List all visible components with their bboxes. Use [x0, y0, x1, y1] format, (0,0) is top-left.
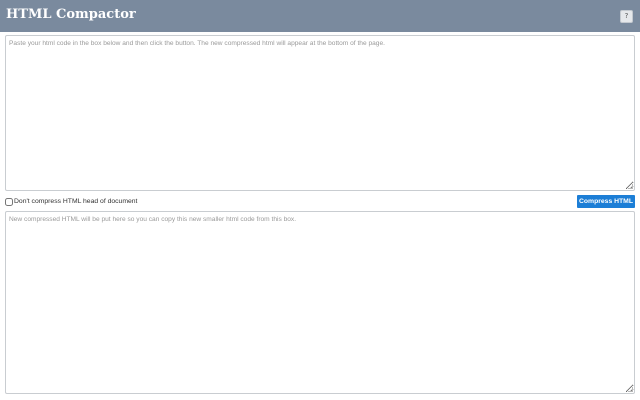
html-output-textarea[interactable]	[5, 211, 635, 394]
options-row: Don't compress HTML head of document	[5, 196, 635, 210]
app-header: HTML Compactor ?	[0, 0, 640, 32]
dont-compress-head-checkbox[interactable]	[5, 198, 13, 206]
help-button[interactable]: ?	[620, 10, 633, 23]
compress-html-button[interactable]: Compress HTML	[577, 195, 635, 208]
dont-compress-head-label[interactable]: Don't compress HTML head of document	[14, 198, 137, 205]
html-input-textarea[interactable]	[5, 35, 635, 191]
app-title: HTML Compactor	[6, 7, 136, 22]
